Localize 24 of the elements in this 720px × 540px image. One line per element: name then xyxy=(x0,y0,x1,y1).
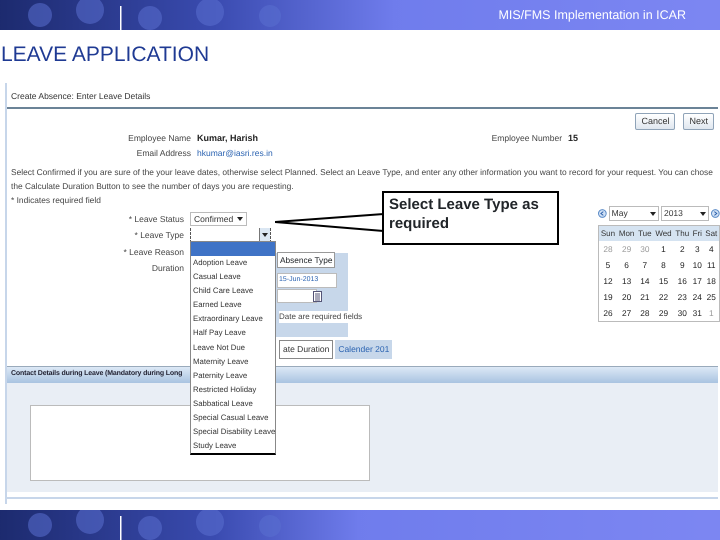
callout-text: Select Leave Type as required xyxy=(382,191,559,245)
field-label: * Leave Status xyxy=(128,212,185,226)
employee-name: Kumar, Harish xyxy=(197,132,258,145)
weekday-header: Thu xyxy=(674,226,691,241)
field-label: * Leave Reason xyxy=(122,246,185,258)
page-title: Create Absence: Enter Leave Details xyxy=(7,83,718,109)
slide-title: LEAVE APPLICATION xyxy=(1,42,210,68)
weekday-header: Sat xyxy=(704,226,719,241)
weekday-header: Tue xyxy=(636,226,654,241)
weekday-header: Fri xyxy=(691,226,704,241)
header-text: MIS/FMS Implementation in ICAR xyxy=(498,6,686,24)
tooltip: Absence Type xyxy=(277,252,336,268)
field-label: * Leave Type xyxy=(134,229,185,242)
weekday-header: Mon xyxy=(616,226,636,241)
field-label: Duration xyxy=(150,262,185,275)
field-label: Email Address xyxy=(136,146,192,160)
note-text: Date are required fields xyxy=(279,311,362,323)
employee-number: 15 xyxy=(568,132,578,145)
required-note: * Indicates required field xyxy=(10,194,102,207)
field-label: Employee Name xyxy=(127,132,192,145)
field-label: Employee Number xyxy=(490,132,564,145)
instructions-text: Select Confirmed if you are sure of the your leave dates, otherwise select Planned. Select an Leave Type, and enter any other information you want to record for your request. You can chose the Calculate Duration Button to see the number of days you are requesting. xyxy=(10,166,714,193)
weekday-header: Wed xyxy=(653,226,674,241)
weekday-header: Sun xyxy=(599,226,617,241)
